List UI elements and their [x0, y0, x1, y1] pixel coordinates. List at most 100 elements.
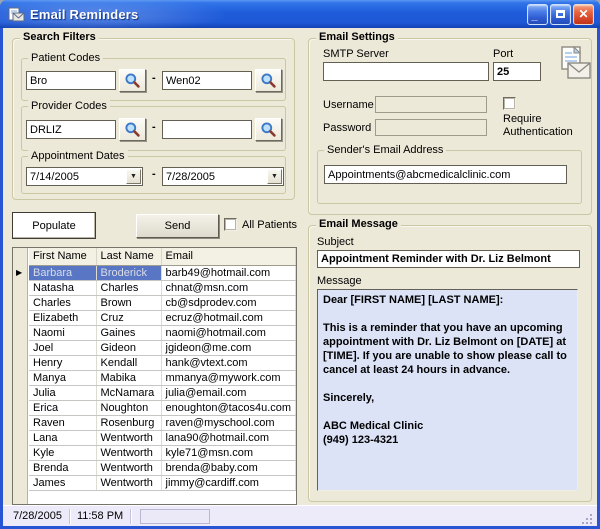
minimize-button[interactable]: _ [527, 4, 548, 25]
grid-cell[interactable]: Gaines [96, 325, 161, 340]
grid-cell[interactable]: lana90@hotmail.com [161, 430, 296, 445]
chevron-down-icon[interactable]: ▼ [126, 169, 141, 184]
grid-cell[interactable]: Raven [29, 415, 96, 430]
table-row[interactable]: JuliaMcNamarajulia@email.com [29, 385, 296, 400]
patient-code-from-search-button[interactable] [119, 69, 146, 92]
grid-cell[interactable]: naomi@hotmail.com [161, 325, 296, 340]
smtp-server-input[interactable] [323, 62, 489, 81]
provider-code-from-input[interactable] [26, 120, 116, 139]
subject-input[interactable] [317, 250, 580, 268]
table-row[interactable]: NatashaCharleschnat@msn.com [29, 280, 296, 295]
range-separator: - [152, 121, 156, 133]
title-bar[interactable]: Email Reminders _ ✕ [0, 0, 600, 28]
date-to-combo[interactable]: ▼ [162, 167, 284, 186]
grid-cell[interactable]: Julia [29, 385, 96, 400]
grid-cell[interactable]: Erica [29, 400, 96, 415]
grid-cell[interactable]: Charles [96, 280, 161, 295]
provider-code-to-search-button[interactable] [255, 118, 282, 141]
table-row[interactable]: CharlesBrowncb@sdprodev.com [29, 295, 296, 310]
patient-code-to-search-button[interactable] [255, 69, 282, 92]
grid-cell[interactable]: McNamara [96, 385, 161, 400]
grid-cell[interactable]: Cruz [96, 310, 161, 325]
table-row[interactable]: RavenRosenburgraven@myschool.com [29, 415, 296, 430]
grid-cell[interactable]: raven@myschool.com [161, 415, 296, 430]
range-separator: - [152, 72, 156, 84]
table-row[interactable]: EricaNoughtonenoughton@tacos4u.com [29, 400, 296, 415]
grid-cell[interactable]: Kyle [29, 445, 96, 460]
grid-cell[interactable]: chnat@msn.com [161, 280, 296, 295]
grid-cell[interactable]: Brown [96, 295, 161, 310]
chevron-down-icon[interactable]: ▼ [267, 169, 282, 184]
column-header-email[interactable]: Email [161, 248, 296, 265]
grid-cell[interactable]: julia@email.com [161, 385, 296, 400]
grid-cell[interactable]: Lana [29, 430, 96, 445]
table-row[interactable]: BrendaWentworthbrenda@baby.com [29, 460, 296, 475]
send-button[interactable]: Send [136, 214, 219, 238]
grid-cell[interactable]: Broderick [96, 265, 161, 280]
grid-cell[interactable]: Henry [29, 355, 96, 370]
grid-cell[interactable]: Wentworth [96, 475, 161, 490]
grid-cell[interactable]: Elizabeth [29, 310, 96, 325]
grid-cell[interactable]: jgideon@me.com [161, 340, 296, 355]
grid-cell[interactable]: Barbara [29, 265, 96, 280]
grid-cell[interactable]: Noughton [96, 400, 161, 415]
table-row[interactable]: HenryKendallhank@vtext.com [29, 355, 296, 370]
status-progress-panel [140, 509, 210, 524]
date-from-combo[interactable]: ▼ [26, 167, 143, 186]
password-input[interactable] [375, 119, 487, 136]
populate-button[interactable]: Populate [12, 212, 96, 239]
table-row[interactable]: BarbaraBroderickbarb49@hotmail.com [29, 265, 296, 280]
table-row[interactable]: JoelGideonjgideon@me.com [29, 340, 296, 355]
column-header-first-name[interactable]: First Name [29, 248, 96, 265]
grid-cell[interactable]: Wentworth [96, 460, 161, 475]
all-patients-checkbox[interactable] [224, 218, 237, 231]
grid-cell[interactable]: ecruz@hotmail.com [161, 310, 296, 325]
grid-cell[interactable]: enoughton@tacos4u.com [161, 400, 296, 415]
resize-grip[interactable] [581, 513, 594, 526]
grid-cell[interactable]: cb@sdprodev.com [161, 295, 296, 310]
table-row[interactable]: KyleWentworthkyle71@msn.com [29, 445, 296, 460]
patients-grid[interactable]: ▶ First Name Last Name Email BarbaraBrod… [12, 247, 297, 505]
grid-cell[interactable]: barb49@hotmail.com [161, 265, 296, 280]
port-input[interactable] [493, 62, 541, 81]
subject-label: Subject [317, 236, 354, 248]
grid-cell[interactable]: hank@vtext.com [161, 355, 296, 370]
date-to-value[interactable] [162, 167, 284, 186]
grid-cell[interactable]: Wentworth [96, 430, 161, 445]
grid-cell[interactable]: mmanya@mywork.com [161, 370, 296, 385]
provider-code-from-search-button[interactable] [119, 118, 146, 141]
patient-code-from-input[interactable] [26, 71, 116, 90]
grid-cell[interactable]: Kendall [96, 355, 161, 370]
table-row[interactable]: JamesWentworthjimmy@cardiff.com [29, 475, 296, 490]
close-button[interactable]: ✕ [573, 4, 594, 25]
grid-cell[interactable]: Mabika [96, 370, 161, 385]
table-row[interactable]: ManyaMabikammanya@mywork.com [29, 370, 296, 385]
patient-code-to-input[interactable] [162, 71, 252, 90]
grid-cell[interactable]: James [29, 475, 96, 490]
grid-cell[interactable]: Joel [29, 340, 96, 355]
grid-cell[interactable]: Brenda [29, 460, 96, 475]
username-input[interactable] [375, 96, 487, 113]
grid-cell[interactable]: Manya [29, 370, 96, 385]
sender-email-input[interactable] [324, 165, 567, 184]
all-patients-option[interactable]: All Patients [224, 218, 297, 231]
grid-cell[interactable]: jimmy@cardiff.com [161, 475, 296, 490]
grid-cell[interactable]: Charles [29, 295, 96, 310]
maximize-button[interactable] [550, 4, 571, 25]
grid-cell[interactable]: Wentworth [96, 445, 161, 460]
grid-cell[interactable]: Natasha [29, 280, 96, 295]
require-auth-checkbox[interactable] [503, 97, 516, 110]
column-header-last-name[interactable]: Last Name [96, 248, 161, 265]
table-row[interactable]: ElizabethCruzecruz@hotmail.com [29, 310, 296, 325]
table-row[interactable]: LanaWentworthlana90@hotmail.com [29, 430, 296, 445]
table-row[interactable]: NaomiGainesnaomi@hotmail.com [29, 325, 296, 340]
grid-cell[interactable]: Gideon [96, 340, 161, 355]
provider-code-to-input[interactable] [162, 120, 252, 139]
send-mail-icon[interactable] [554, 46, 592, 82]
grid-cell[interactable]: Rosenburg [96, 415, 161, 430]
grid-cell[interactable]: kyle71@msn.com [161, 445, 296, 460]
email-message-group: Email Message Subject Message Dear [FIRS… [308, 225, 592, 502]
message-textarea[interactable]: Dear [FIRST NAME] [LAST NAME]: This is a… [317, 289, 578, 491]
grid-cell[interactable]: brenda@baby.com [161, 460, 296, 475]
grid-cell[interactable]: Naomi [29, 325, 96, 340]
